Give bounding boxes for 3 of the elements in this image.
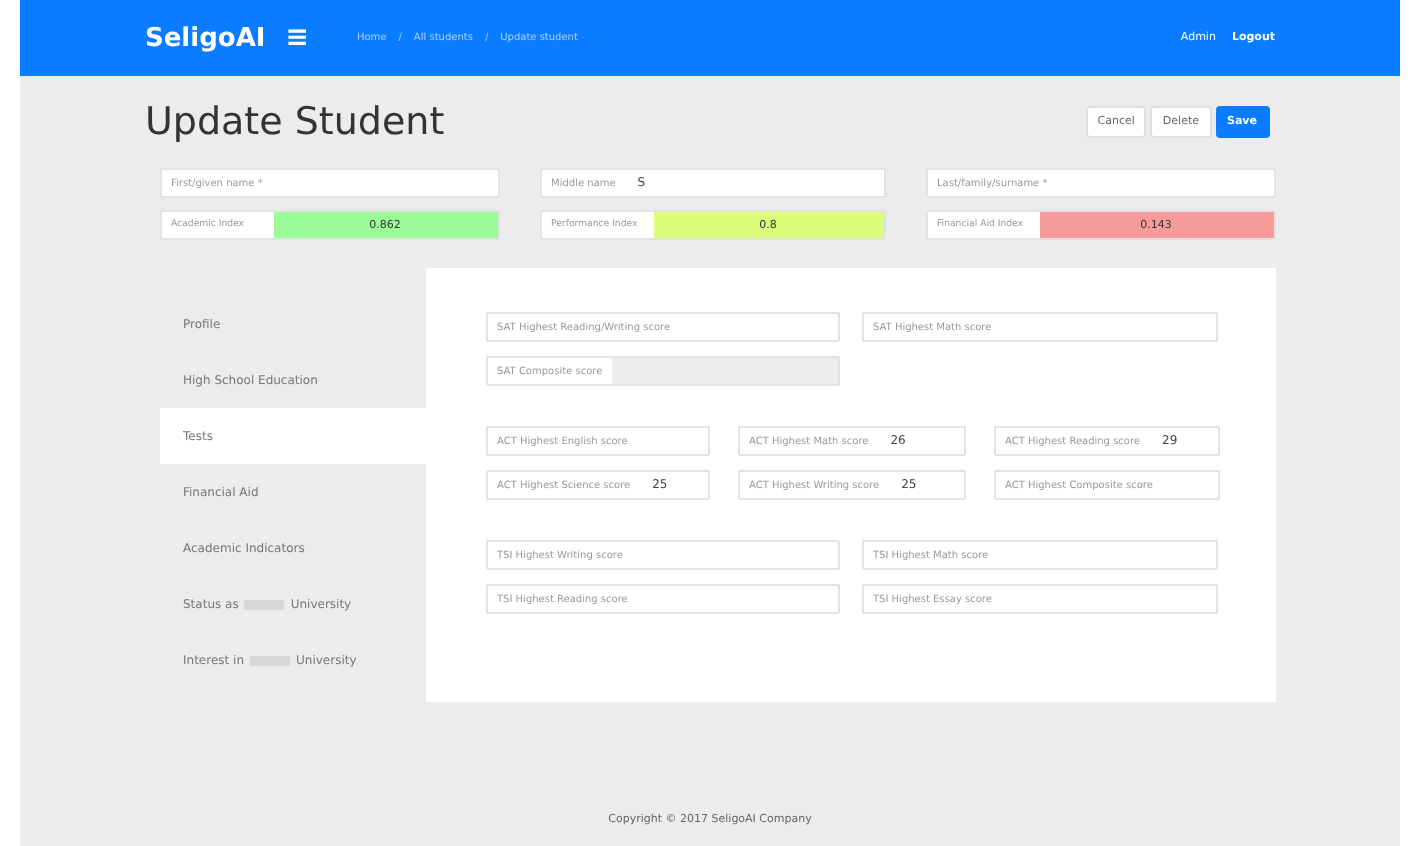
page-title: Update Student bbox=[145, 100, 445, 144]
brand-logo[interactable]: SeligoAI bbox=[145, 23, 266, 53]
menu-icon[interactable]: ≡ bbox=[285, 22, 309, 54]
